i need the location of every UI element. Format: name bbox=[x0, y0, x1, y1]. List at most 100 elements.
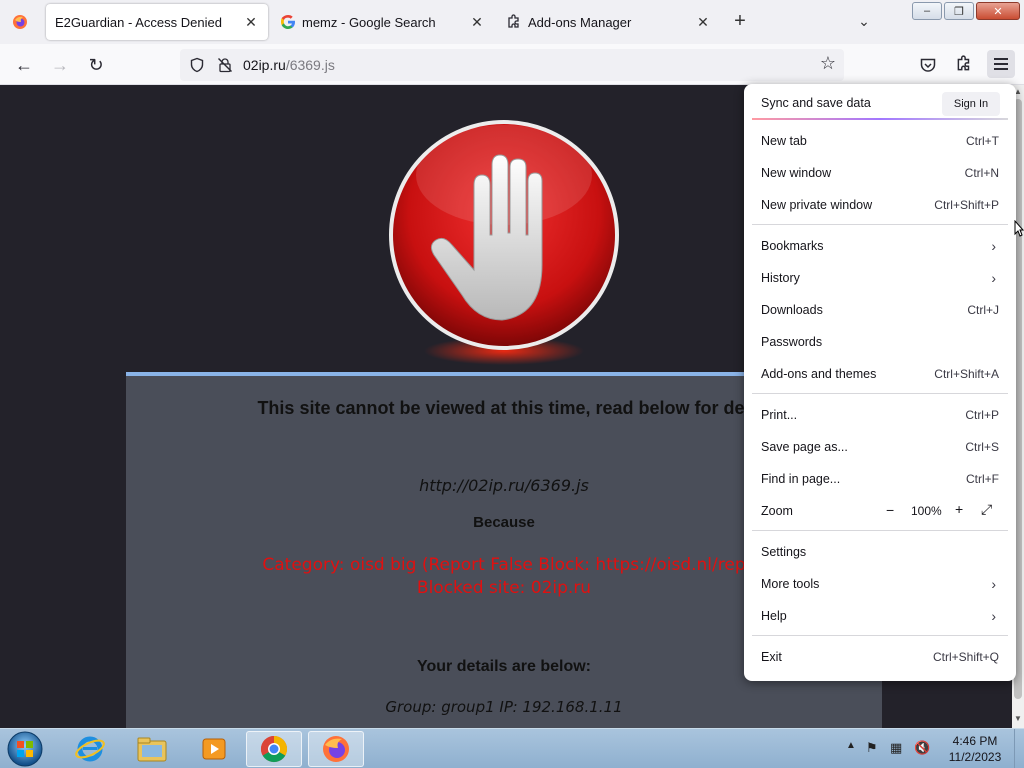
url-bar[interactable]: 02ip.ru/6369.js ☆ bbox=[180, 49, 844, 81]
menu-item-settings[interactable]: Settings bbox=[744, 538, 1016, 566]
internet-explorer-icon[interactable] bbox=[62, 731, 118, 767]
menu-item-label: Help bbox=[761, 609, 787, 623]
tab-strip: E2Guardian - Access Denied ✕ memz - Goog… bbox=[0, 0, 1024, 44]
navigation-toolbar: ← → ↻ 02ip.ru/6369.js ☆ bbox=[0, 44, 1024, 85]
tab-e2guardian[interactable]: E2Guardian - Access Denied ✕ bbox=[46, 4, 268, 40]
menu-separator bbox=[752, 224, 1008, 225]
menu-item-zoom: Zoom − 100% + ⤢ bbox=[744, 497, 1016, 525]
firefox-menu-icon[interactable] bbox=[12, 14, 28, 30]
menu-shortcut: Ctrl+F bbox=[966, 472, 999, 486]
file-explorer-icon[interactable] bbox=[124, 731, 180, 767]
zoom-level[interactable]: 100% bbox=[911, 504, 942, 518]
action-center-flag-icon[interactable]: ⚑ bbox=[866, 740, 878, 756]
menu-item-label: More tools bbox=[761, 577, 820, 591]
menu-item-history[interactable]: History › bbox=[744, 264, 1016, 292]
tray-expand-icon[interactable]: ▲ bbox=[846, 740, 856, 751]
mouse-cursor-icon bbox=[1014, 220, 1024, 237]
pocket-icon[interactable] bbox=[919, 56, 937, 74]
windows-taskbar: ▲ ⚑ ▦ 🔇 4:46 PM 11/2/2023 bbox=[0, 728, 1024, 768]
tab-addons-manager[interactable]: Add-ons Manager ✕ bbox=[498, 4, 720, 40]
back-arrow-icon[interactable]: ← bbox=[11, 52, 37, 78]
tab-label: E2Guardian - Access Denied bbox=[55, 14, 222, 30]
menu-item-save-page[interactable]: Save page as... Ctrl+S bbox=[744, 433, 1016, 461]
menu-item-passwords[interactable]: Passwords bbox=[744, 328, 1016, 356]
menu-shortcut: Ctrl+T bbox=[966, 134, 999, 148]
menu-shortcut: Ctrl+P bbox=[965, 408, 999, 422]
chrome-icon[interactable] bbox=[246, 731, 302, 767]
tab-close-icon[interactable]: ✕ bbox=[468, 13, 486, 31]
menu-item-label: Add-ons and themes bbox=[761, 367, 877, 381]
menu-item-find-in-page[interactable]: Find in page... Ctrl+F bbox=[744, 465, 1016, 493]
menu-item-label: Downloads bbox=[761, 303, 823, 317]
menu-item-downloads[interactable]: Downloads Ctrl+J bbox=[744, 296, 1016, 324]
puzzle-icon bbox=[508, 14, 519, 28]
firefox-icon[interactable] bbox=[308, 731, 364, 767]
clock-date: 11/2/2023 bbox=[948, 750, 1002, 764]
tab-memz-search[interactable]: memz - Google Search ✕ bbox=[272, 4, 494, 40]
bookmark-star-icon[interactable]: ☆ bbox=[820, 53, 836, 74]
scroll-down-arrow-icon[interactable]: ▼ bbox=[1012, 714, 1024, 726]
reload-icon[interactable]: ↻ bbox=[83, 52, 109, 78]
tab-close-icon[interactable]: ✕ bbox=[242, 13, 260, 31]
menu-item-print[interactable]: Print... Ctrl+P bbox=[744, 401, 1016, 429]
menu-item-bookmarks[interactable]: Bookmarks › bbox=[744, 232, 1016, 260]
system-clock[interactable]: 4:46 PM 11/2/2023 bbox=[940, 733, 1010, 765]
sign-in-button[interactable]: Sign In bbox=[942, 92, 1000, 116]
menu-item-new-window[interactable]: New window Ctrl+N bbox=[744, 159, 1016, 187]
menu-item-label: New tab bbox=[761, 134, 807, 148]
clock-time: 4:46 PM bbox=[952, 734, 998, 748]
tab-label: Add-ons Manager bbox=[528, 14, 632, 30]
sync-label: Sync and save data bbox=[761, 96, 871, 110]
menu-shortcut: Ctrl+N bbox=[964, 166, 999, 180]
menu-shortcut: Ctrl+J bbox=[967, 303, 999, 317]
list-all-tabs-chevron-icon[interactable]: ⌄ bbox=[852, 10, 876, 34]
fullscreen-icon[interactable]: ⤢ bbox=[981, 501, 992, 518]
menu-item-addons-themes[interactable]: Add-ons and themes Ctrl+Shift+A bbox=[744, 360, 1016, 388]
forward-arrow-icon[interactable]: → bbox=[47, 52, 73, 78]
chevron-right-icon: › bbox=[991, 238, 996, 254]
menu-item-label: History bbox=[761, 271, 800, 285]
menu-item-new-private-window[interactable]: New private window Ctrl+Shift+P bbox=[744, 191, 1016, 219]
minimize-button[interactable]: – bbox=[912, 2, 942, 20]
stop-hand-icon bbox=[389, 120, 619, 365]
insecure-lock-icon[interactable] bbox=[217, 57, 233, 73]
close-window-button[interactable]: ✕ bbox=[976, 2, 1020, 20]
tab-label: memz - Google Search bbox=[302, 14, 436, 30]
menu-item-exit[interactable]: Exit Ctrl+Shift+Q bbox=[744, 643, 1016, 671]
volume-muted-icon[interactable]: 🔇 bbox=[914, 740, 930, 756]
menu-item-new-tab[interactable]: New tab Ctrl+T bbox=[744, 127, 1016, 155]
menu-separator bbox=[752, 393, 1008, 394]
menu-item-more-tools[interactable]: More tools › bbox=[744, 570, 1016, 598]
show-desktop-button[interactable] bbox=[1014, 729, 1024, 768]
chevron-right-icon: › bbox=[991, 576, 996, 592]
chevron-right-icon: › bbox=[991, 608, 996, 624]
tab-close-icon[interactable]: ✕ bbox=[694, 13, 712, 31]
url-host: 02ip.ru bbox=[243, 57, 286, 73]
menu-item-label: New private window bbox=[761, 198, 873, 212]
media-player-icon[interactable] bbox=[186, 731, 242, 767]
menu-item-label: Settings bbox=[761, 545, 807, 559]
url-text: 02ip.ru/6369.js bbox=[243, 57, 335, 73]
menu-item-label: Print... bbox=[761, 408, 798, 422]
menu-item-label: Bookmarks bbox=[761, 239, 824, 253]
network-icon[interactable]: ▦ bbox=[890, 740, 902, 756]
menu-shortcut: Ctrl+S bbox=[965, 440, 999, 454]
tracking-shield-icon[interactable] bbox=[189, 57, 205, 73]
url-path: /6369.js bbox=[285, 57, 335, 73]
zoom-out-button[interactable]: − bbox=[886, 502, 894, 518]
google-icon bbox=[281, 15, 295, 29]
maximize-button[interactable]: ❐ bbox=[944, 2, 974, 20]
zoom-in-button[interactable]: + bbox=[955, 501, 963, 517]
user-details: Group: group1 IP: 192.168.1.11 bbox=[385, 698, 623, 716]
new-tab-button[interactable]: + bbox=[728, 10, 752, 34]
menu-item-label: Passwords bbox=[761, 335, 823, 349]
menu-item-label: Save page as... bbox=[761, 440, 848, 454]
menu-item-help[interactable]: Help › bbox=[744, 602, 1016, 630]
menu-item-label: Find in page... bbox=[761, 472, 841, 486]
extensions-puzzle-icon[interactable] bbox=[955, 55, 973, 73]
hamburger-icon bbox=[994, 58, 1008, 70]
start-button[interactable] bbox=[4, 730, 46, 768]
app-menu-button[interactable] bbox=[987, 50, 1015, 78]
window-controls: – ❐ ✕ bbox=[912, 2, 1020, 20]
sync-divider bbox=[752, 118, 1008, 120]
